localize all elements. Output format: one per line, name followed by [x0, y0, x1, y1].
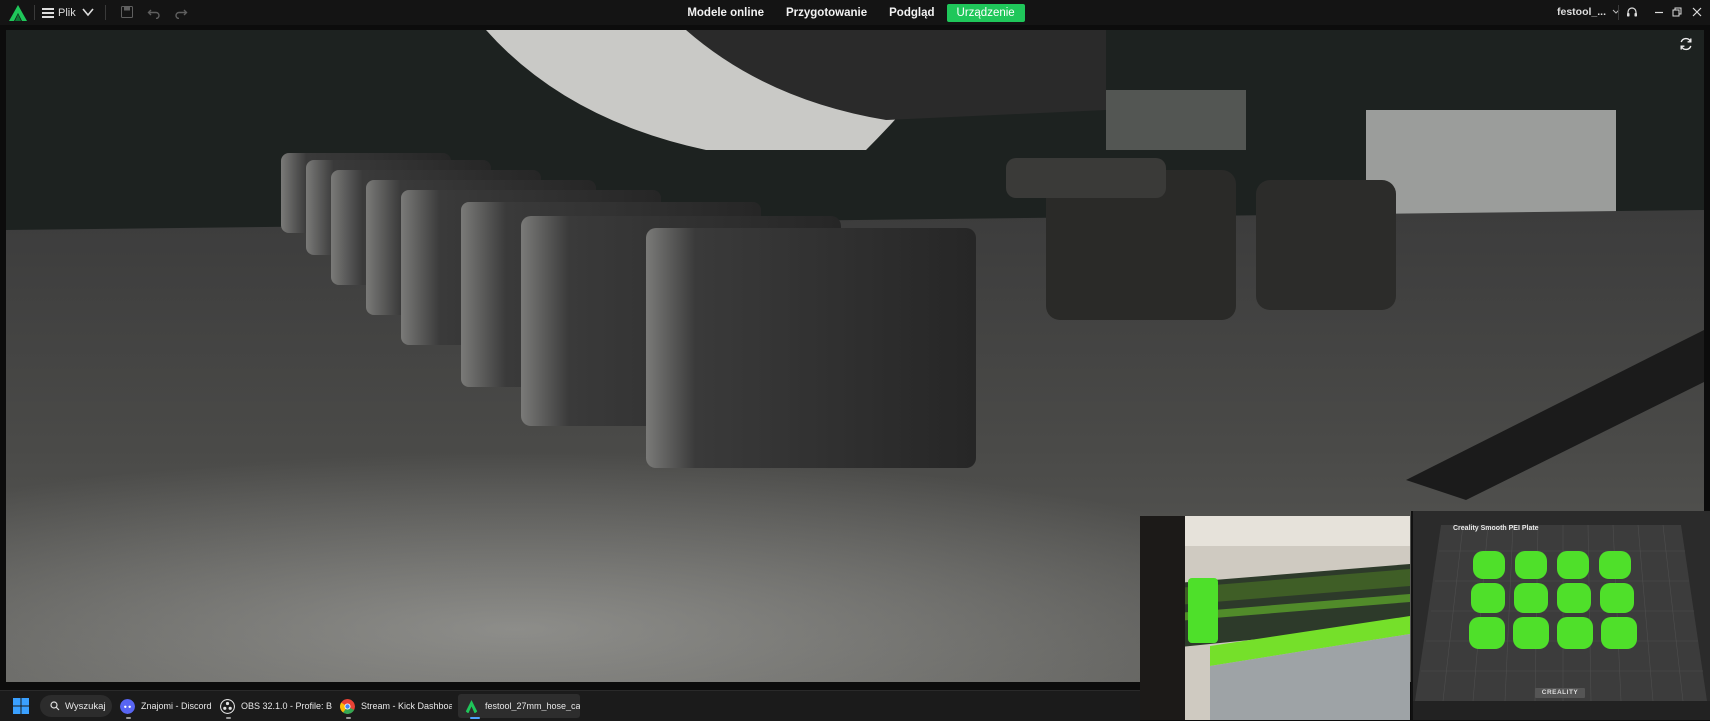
taskbar-app-label: OBS 32.1.0 - Profile: Bez	[241, 701, 332, 711]
creality-print-icon	[465, 699, 478, 713]
refresh-camera-icon[interactable]	[1678, 36, 1694, 52]
windows-start-icon[interactable]	[13, 698, 29, 714]
undo-icon[interactable]	[147, 5, 161, 19]
tab-podglad[interactable]: Podgląd	[879, 4, 944, 22]
taskbar-app-label: Znajomi - Discord	[141, 701, 212, 711]
divider	[1618, 5, 1619, 20]
headset-support-icon[interactable]	[1626, 6, 1638, 18]
active-indicator	[470, 717, 480, 719]
divider	[34, 5, 35, 20]
divider	[105, 5, 106, 20]
taskbar-app-label: Stream - Kick Dashboar	[361, 701, 452, 711]
app-titlebar: Plik Modele online Przygotowanie Podgląd…	[0, 0, 1710, 25]
redo-icon[interactable]	[174, 5, 188, 19]
close-icon[interactable]	[1691, 6, 1703, 18]
main-nav: Modele online Przygotowanie Podgląd Urzą…	[0, 0, 1710, 25]
plate-type-label: Creality Smooth PEI Plate	[1453, 525, 1539, 532]
search-icon	[50, 701, 60, 711]
taskbar-app-chrome[interactable]: Stream - Kick Dashboar	[340, 694, 452, 719]
hamburger-icon	[42, 7, 54, 18]
save-icon[interactable]	[120, 5, 134, 19]
creality-logo-icon	[9, 5, 27, 21]
running-indicator	[346, 717, 351, 719]
running-indicator	[126, 717, 131, 719]
tab-przygotowanie[interactable]: Przygotowanie	[776, 4, 877, 22]
discord-icon	[120, 698, 135, 714]
file-menu-label: Plik	[58, 6, 76, 19]
hose-clip-photo	[1140, 516, 1410, 720]
tab-urzadzenie[interactable]: Urządzenie	[946, 3, 1025, 22]
taskbar-search[interactable]: Wyszukaj	[40, 695, 112, 717]
minimize-icon[interactable]	[1653, 6, 1665, 18]
user-account-label[interactable]: festool_...	[1557, 6, 1606, 18]
taskbar-app-obs[interactable]: OBS 32.1.0 - Profile: Bez	[220, 694, 332, 719]
file-menu-button[interactable]: Plik	[42, 3, 76, 22]
taskbar-app-label: festool_27mm_hose_cab	[485, 701, 580, 711]
chevron-down-icon[interactable]	[80, 5, 96, 19]
webcam-overlay-hose	[1140, 516, 1410, 720]
tab-modele-online[interactable]: Modele online	[677, 4, 774, 22]
windows-taskbar: Wyszukaj Znajomi - Discord OBS 32.1.0 - …	[0, 690, 1140, 721]
running-indicator	[226, 717, 231, 719]
restore-icon[interactable]	[1671, 6, 1683, 18]
taskbar-app-discord[interactable]: Znajomi - Discord	[120, 694, 212, 719]
taskbar-app-creality-print[interactable]: festool_27mm_hose_cab	[458, 694, 580, 719]
chrome-icon	[340, 698, 355, 714]
creality-brand-label: CREALITY	[1535, 688, 1585, 698]
search-label: Wyszukaj	[65, 700, 106, 712]
slicer-plate-preview: Creality Smooth PEI Plate CREALITY	[1411, 511, 1710, 720]
obs-icon	[220, 698, 235, 714]
